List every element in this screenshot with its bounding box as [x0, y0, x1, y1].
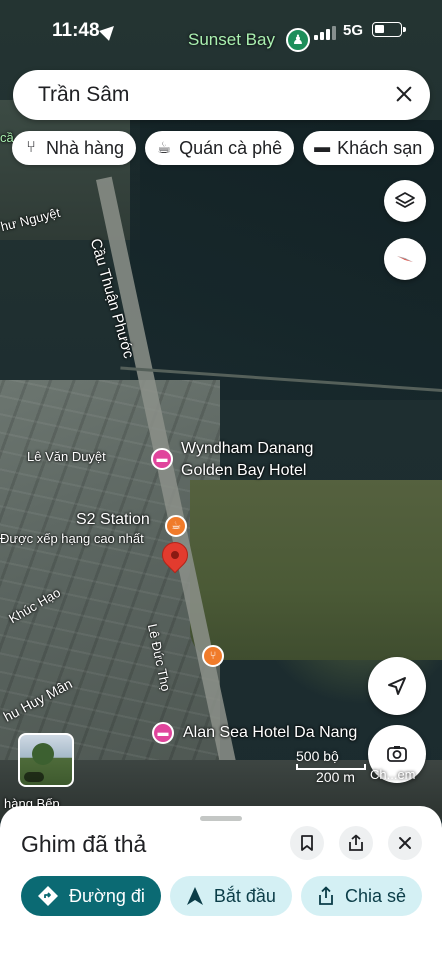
chip-hotels[interactable]: ▬ Khách sạn [303, 131, 435, 165]
layers-icon [395, 192, 415, 208]
rating-label: Được xếp hạng cao nhất [0, 531, 144, 546]
directions-icon [38, 886, 58, 906]
street-view-thumbnail[interactable] [18, 733, 74, 787]
restaurant-icon[interactable]: ⑂ [202, 645, 224, 667]
street-view-icon [24, 772, 44, 782]
search-bar[interactable]: Trần Sâm [13, 70, 430, 120]
camera-search-icon [387, 746, 407, 762]
chip-cafes[interactable]: ☕ Quán cà phê [145, 131, 295, 165]
chip-label: Quán cà phê [179, 137, 283, 158]
fork-knife-icon: ⑂ [26, 139, 36, 156]
category-chips: ⑂ Nhà hàng ☕ Quán cà phê ▬ Khách sạn [12, 131, 435, 165]
map-green-area [190, 480, 442, 660]
poi-label-wyndham-line1[interactable]: Wyndham Danang [181, 440, 313, 458]
bookmark-icon [301, 835, 313, 851]
poi-label-alan-sea[interactable]: Alan Sea Hotel Da Nang [183, 724, 357, 742]
save-button[interactable] [290, 826, 324, 860]
navigation-icon [186, 887, 203, 905]
status-time: 11:48 [52, 20, 100, 41]
road-label-le-van-duyet: Lê Văn Duyệt [27, 449, 106, 464]
tree-image [32, 743, 54, 765]
lens-label: Ch...em [370, 767, 416, 782]
directions-label: Đường đi [69, 885, 145, 906]
share-icon [349, 834, 363, 851]
compass-icon [397, 256, 413, 262]
start-label: Bắt đầu [213, 885, 276, 906]
bed-icon: ▬ [314, 139, 331, 156]
coffee-icon[interactable]: ☕ [165, 515, 187, 537]
start-button[interactable]: Bắt đầu [169, 876, 292, 916]
poi-label-wyndham-line2[interactable]: Golden Bay Hotel [181, 462, 306, 480]
navigation-arrow-icon [388, 677, 406, 695]
hotel-icon[interactable]: ▬ [152, 722, 174, 744]
action-buttons: Đường đi Bắt đầu Chia sẻ [21, 876, 422, 916]
directions-button[interactable]: Đường đi [21, 876, 161, 916]
coffee-icon: ☕ [156, 140, 172, 157]
status-bar: 11:48 5G [0, 0, 442, 60]
search-input[interactable]: Trần Sâm [38, 83, 129, 107]
share-icon-button[interactable] [339, 826, 373, 860]
share-label: Chia sẻ [344, 885, 406, 906]
my-location-button[interactable] [368, 657, 426, 715]
hotel-icon[interactable]: ▬ [151, 448, 173, 470]
scale-metric: 200 m [316, 769, 355, 785]
close-icon [399, 837, 411, 849]
battery-icon [372, 22, 406, 37]
chip-label: Khách sạn [337, 137, 423, 158]
share-icon [319, 886, 333, 905]
network-type: 5G [343, 22, 364, 39]
signal-icon [314, 26, 336, 40]
layers-button[interactable] [384, 180, 426, 222]
place-sheet[interactable]: Ghim đã thả Đường đi Bắt đầu Chia sẻ [0, 806, 442, 960]
location-arrow-icon [99, 21, 119, 41]
sheet-drag-handle[interactable] [200, 816, 242, 821]
compass-button[interactable] [384, 238, 426, 280]
close-icon[interactable] [392, 82, 416, 106]
chip-label: Nhà hàng [46, 137, 125, 158]
sheet-title: Ghim đã thả [21, 831, 147, 857]
poi-label-s2-station[interactable]: S2 Station [76, 511, 150, 529]
scale-imperial: 500 bộ [296, 748, 339, 764]
close-button[interactable] [388, 826, 422, 860]
share-button[interactable]: Chia sẻ [300, 876, 422, 916]
chip-restaurants[interactable]: ⑂ Nhà hàng [12, 131, 137, 165]
